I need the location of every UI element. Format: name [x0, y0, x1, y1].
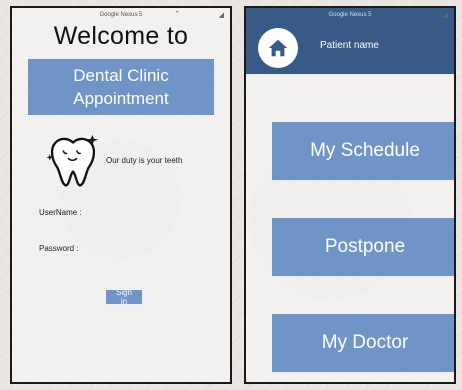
patient-name: Patient name [320, 39, 379, 51]
login-screen: Google Nexus 5 ⌃ ◢ Welcome to Dental Cli… [10, 6, 232, 384]
banner-line-2: Appointment [73, 89, 169, 108]
status-title: Google Nexus 5 [328, 12, 372, 18]
status-bar: Google Nexus 5 ⌃ ◢ [12, 8, 230, 22]
tooth-icon [46, 134, 99, 187]
sign-in-button[interactable]: Sign in [106, 288, 142, 306]
username-input[interactable] [92, 217, 202, 218]
clinic-banner: Dental Clinic Appointment [28, 59, 214, 115]
patient-menu-screen: Google Nexus 5 ◢ Patient name My Schedul… [244, 6, 456, 384]
status-title: Google Nexus 5 [99, 12, 143, 18]
home-button[interactable] [258, 28, 298, 68]
my-schedule-button[interactable]: My Schedule [272, 122, 454, 180]
home-icon [268, 39, 288, 57]
wifi-icon: ⌃ [174, 11, 180, 18]
signal-icon: ◢ [218, 12, 224, 19]
welcome-title: Welcome to [53, 22, 189, 50]
status-bar: Google Nexus 5 ◢ [246, 8, 454, 22]
app-header: Google Nexus 5 ◢ Patient name [246, 8, 454, 74]
my-doctor-button[interactable]: My Doctor [272, 314, 454, 372]
signal-icon: ◢ [442, 12, 448, 19]
password-input[interactable] [92, 253, 202, 254]
username-label: UserName : [39, 208, 82, 217]
banner-line-1: Dental Clinic [73, 66, 169, 85]
slogan-text: Our duty is your teeth [106, 155, 183, 165]
slogan-row: Our duty is your teeth [42, 129, 230, 191]
password-label: Password : [39, 244, 79, 253]
postpone-button[interactable]: Postpone [272, 218, 454, 276]
